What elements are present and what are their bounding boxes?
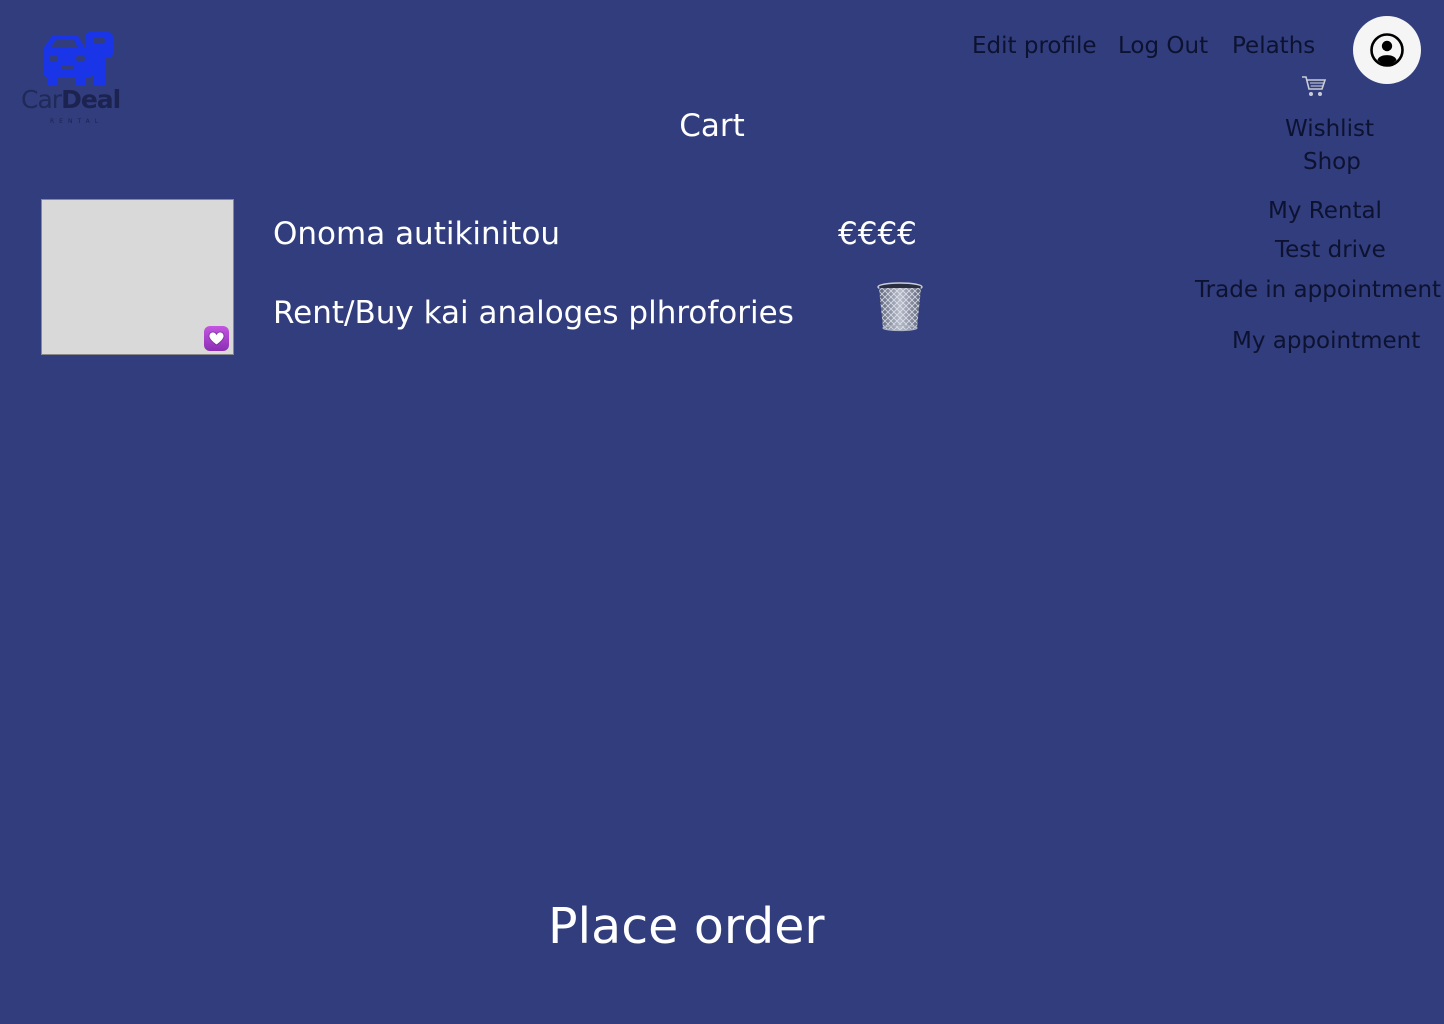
car-price: €€€€ — [838, 216, 917, 252]
my-rental-link[interactable]: My Rental — [1268, 198, 1382, 224]
test-drive-link[interactable]: Test drive — [1275, 237, 1386, 263]
trash-icon — [877, 282, 923, 332]
user-avatar-button[interactable] — [1353, 16, 1421, 84]
car-description: Rent/Buy kai analoges plhrofories — [273, 295, 794, 331]
car-name: Onoma autikinitou — [273, 216, 561, 252]
trade-in-appointment-link[interactable]: Trade in appointment — [1195, 277, 1441, 303]
heart-icon — [208, 331, 225, 346]
car-thumbnail — [41, 199, 234, 355]
place-order-button[interactable]: Place order — [548, 898, 825, 955]
cart-button[interactable] — [1301, 74, 1327, 98]
edit-profile-link[interactable]: Edit profile — [972, 33, 1097, 59]
pelaths-link[interactable]: Pelaths — [1232, 33, 1315, 59]
shop-link[interactable]: Shop — [1303, 149, 1361, 175]
my-appointment-link[interactable]: My appointment — [1232, 328, 1420, 354]
car-key-icon — [42, 32, 113, 86]
log-out-link[interactable]: Log Out — [1118, 33, 1208, 59]
wishlist-heart-button[interactable] — [204, 326, 229, 351]
remove-item-button[interactable] — [876, 282, 924, 332]
page-title: Cart — [679, 108, 745, 144]
shopping-cart-icon — [1302, 76, 1327, 96]
user-circle-icon — [1370, 33, 1404, 67]
